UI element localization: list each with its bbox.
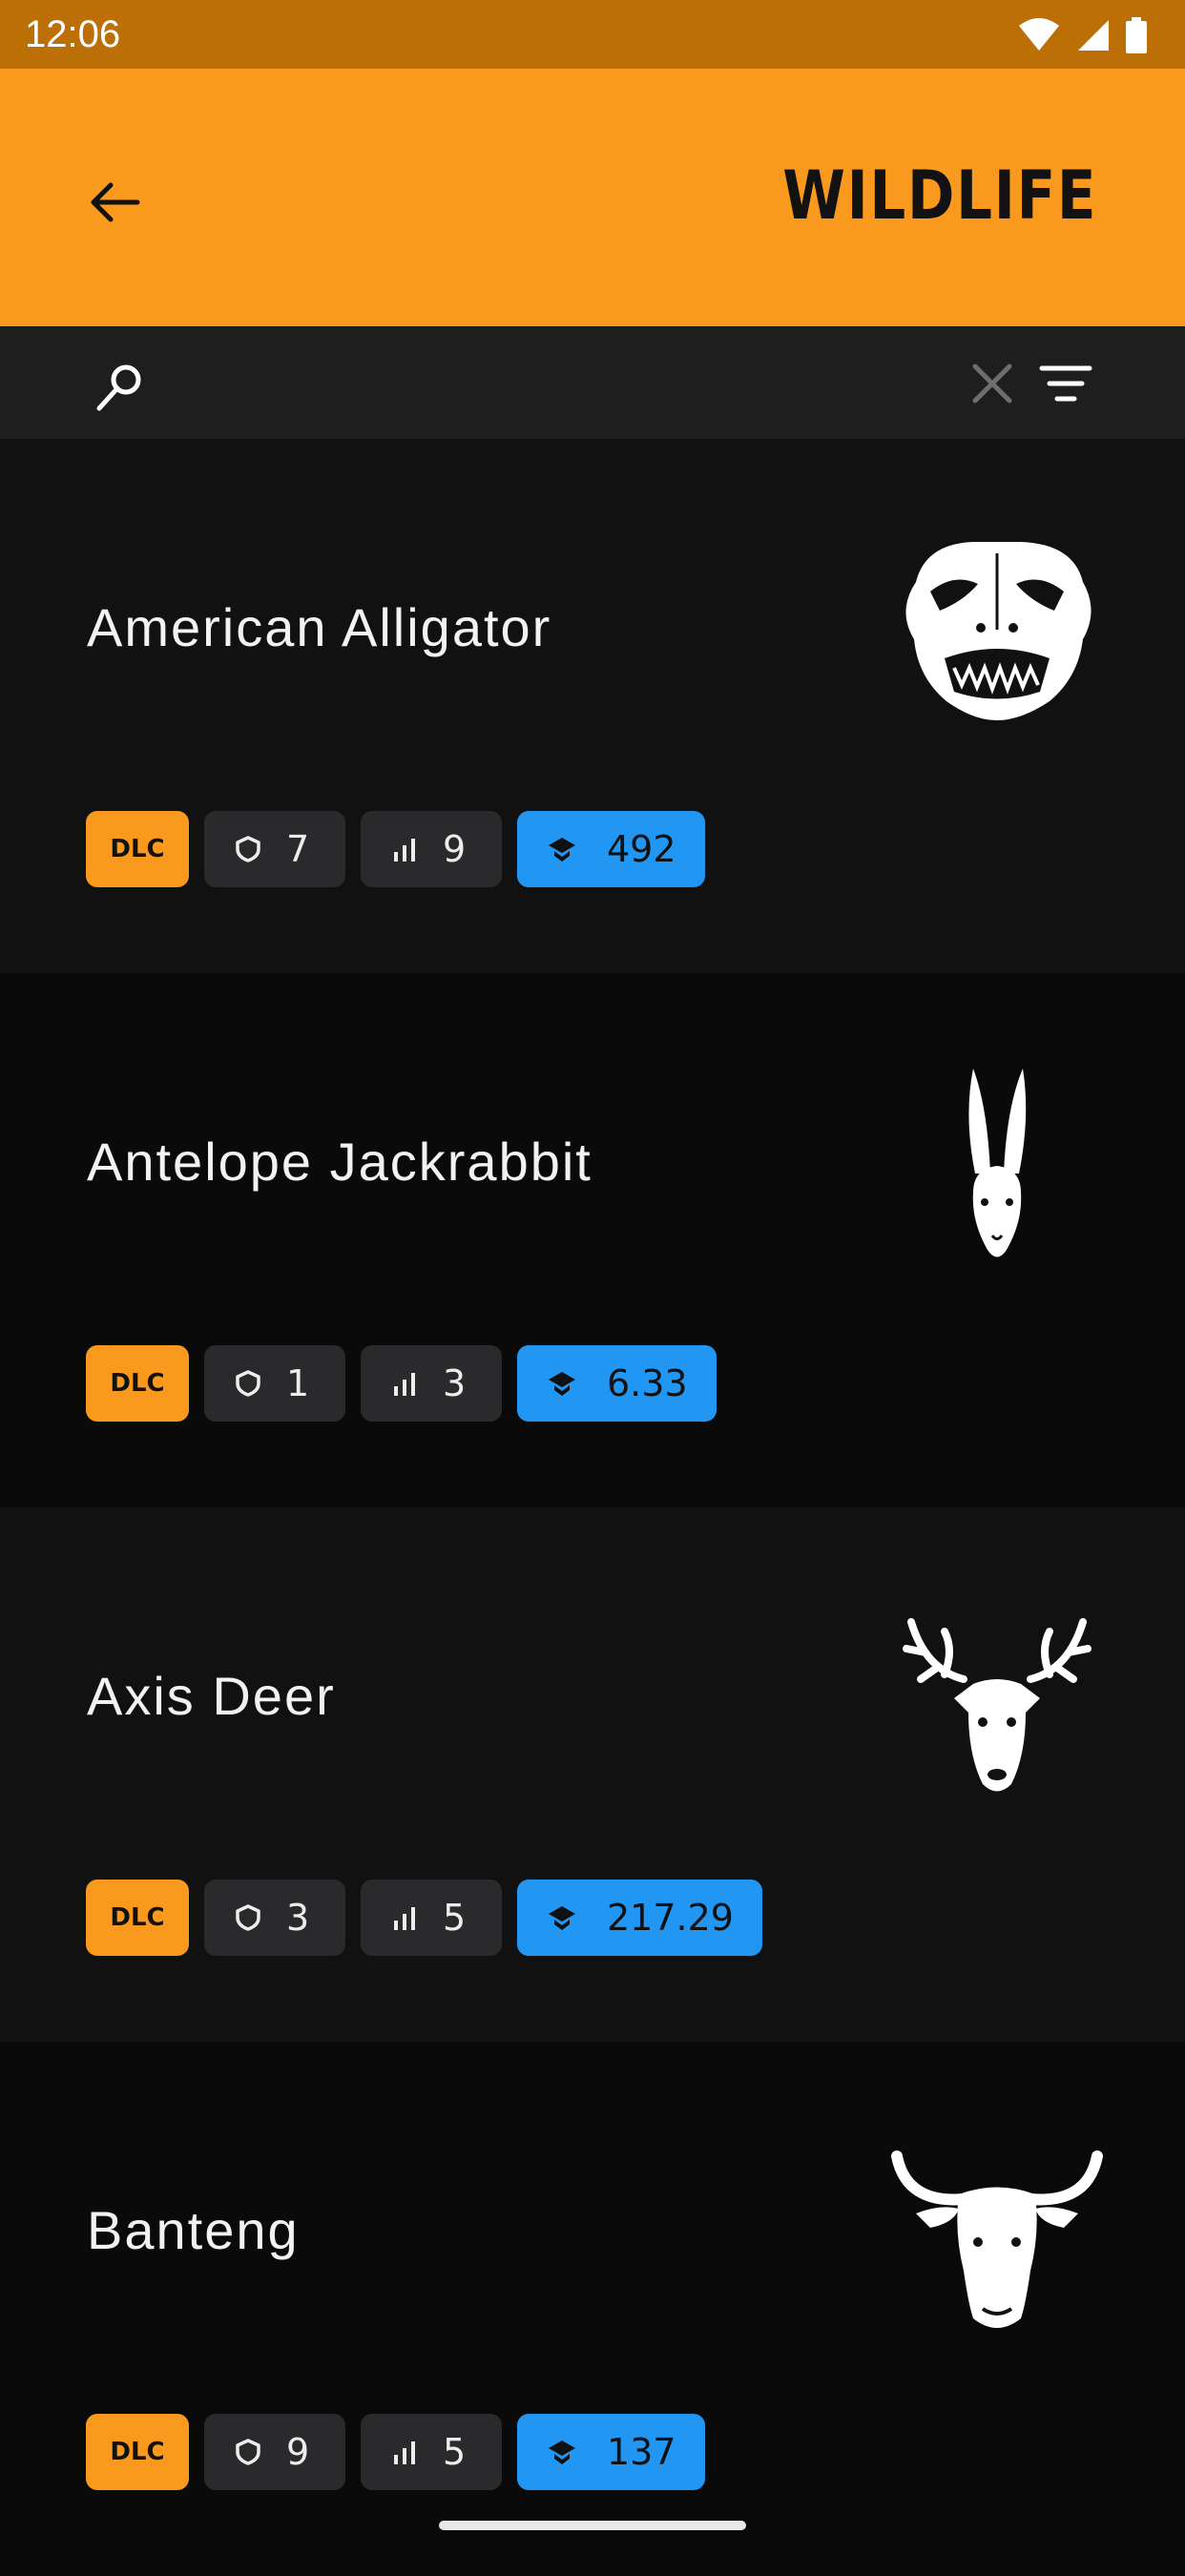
animal-name: Axis Deer [87,1666,336,1726]
difficulty-badge: 5 [361,1880,502,1956]
difficulty-value: 3 [443,1362,467,1404]
trophy-icon [549,2441,575,2464]
class-value: 1 [286,1362,310,1404]
status-bar: 12:06 [0,0,1185,69]
close-icon [972,364,1012,404]
dlc-badge: DLC [86,2414,189,2490]
animal-card[interactable]: Antelope Jackrabbit DLC 1 3 6.33 [0,973,1185,1507]
clear-search-button[interactable] [966,357,1019,410]
shield-icon [236,2439,260,2465]
trophy-icon [549,1372,575,1396]
bar-chart-icon [394,2441,415,2464]
search-icon [96,364,141,411]
alligator-icon [905,542,1091,720]
search-bar [0,326,1185,439]
filter-button[interactable] [1038,357,1093,410]
score-value: 217.29 [607,1897,734,1939]
dlc-badge: DLC [86,1345,189,1422]
score-badge: 6.33 [517,1345,717,1422]
back-button[interactable] [76,164,153,240]
difficulty-badge: 5 [361,2414,502,2490]
animal-card[interactable]: Banteng DLC 9 5 137 [0,2042,1185,2576]
app-bar: WILDLIFE [0,69,1185,326]
status-icons [1017,17,1147,53]
class-badge: 3 [204,1880,345,1956]
battery-icon [1126,17,1147,53]
page-title: WILDLIFE [781,156,1097,235]
animal-name: Banteng [87,2200,300,2260]
animal-name: American Alligator [87,597,552,657]
trophy-icon [549,1906,575,1930]
signal-icon [1078,20,1109,51]
stats-row: DLC 1 3 6.33 [86,1345,717,1422]
shield-icon [236,1904,260,1931]
class-badge: 7 [204,811,345,887]
bar-chart-icon [394,839,415,862]
animal-name: Antelope Jackrabbit [87,1132,592,1192]
difficulty-badge: 3 [361,1345,502,1422]
class-value: 9 [286,2431,310,2473]
animal-card[interactable]: American Alligator DLC 7 9 492 [0,439,1185,973]
score-badge: 217.29 [517,1880,762,1956]
dlc-badge: DLC [86,1880,189,1956]
shield-icon [236,1370,260,1397]
banteng-icon [891,2150,1103,2328]
class-value: 3 [286,1897,310,1939]
trophy-icon [549,838,575,862]
difficulty-value: 5 [443,1897,467,1939]
status-time: 12:06 [25,13,121,55]
animal-list: American Alligator DLC 7 9 492 Antelope … [0,439,1185,2576]
class-value: 7 [286,828,310,870]
search-input[interactable] [172,351,939,416]
difficulty-value: 5 [443,2431,467,2473]
shield-icon [236,836,260,862]
score-value: 492 [607,828,676,870]
stats-row: DLC 3 5 217.29 [86,1880,762,1956]
difficulty-value: 9 [443,828,467,870]
difficulty-badge: 9 [361,811,502,887]
score-value: 6.33 [607,1362,688,1404]
class-badge: 9 [204,2414,345,2490]
class-badge: 1 [204,1345,345,1422]
arrow-back-icon [91,182,140,222]
jackrabbit-icon [968,1069,1027,1257]
wifi-icon [1019,18,1059,51]
score-badge: 492 [517,811,705,887]
bar-chart-icon [394,1373,415,1396]
filter-icon [1039,365,1092,402]
gesture-nav-handle[interactable] [439,2521,746,2530]
score-badge: 137 [517,2414,705,2490]
deer-icon [903,1618,1091,1792]
dlc-badge: DLC [86,811,189,887]
bar-chart-icon [394,1907,415,1930]
score-value: 137 [607,2431,676,2473]
animal-card[interactable]: Axis Deer DLC 3 5 217.29 [0,1507,1185,2042]
stats-row: DLC 7 9 492 [86,811,705,887]
stats-row: DLC 9 5 137 [86,2414,705,2490]
